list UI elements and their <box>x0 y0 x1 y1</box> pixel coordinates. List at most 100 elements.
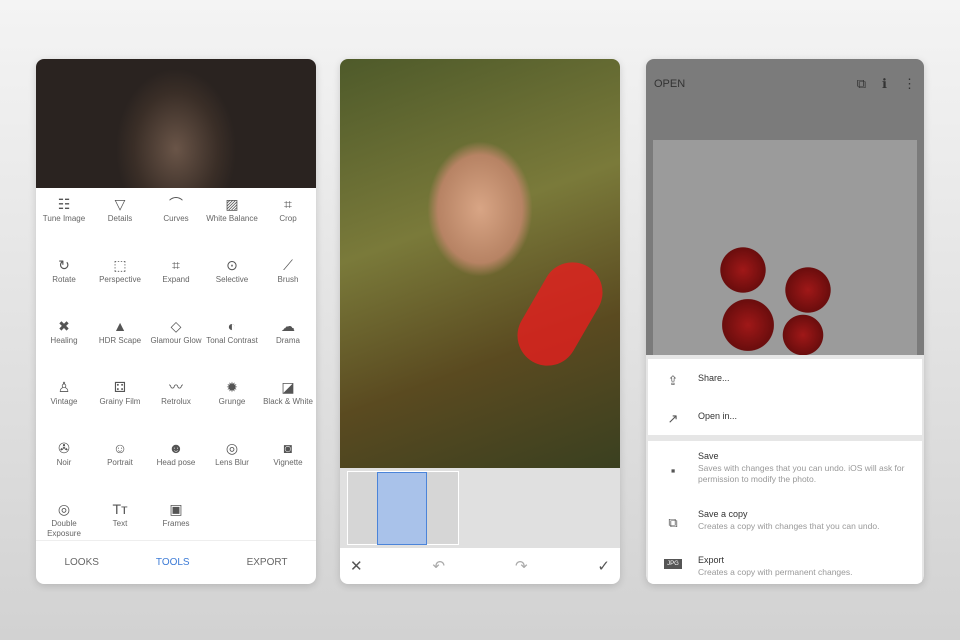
tool-label: Curves <box>163 214 189 223</box>
lamp-icon: ♙ <box>57 379 71 395</box>
tool-label: Head pose <box>156 458 196 467</box>
cloud-icon: ☁ <box>281 318 295 334</box>
tool-lens-blur[interactable]: ◎ Lens Blur <box>204 438 260 468</box>
check-icon[interactable]: ✓ <box>597 557 610 575</box>
tool-tune-image[interactable]: ☷ Tune Image <box>36 194 92 224</box>
tool-label: Glamour Glow <box>150 336 202 345</box>
tool-label: Lens Blur <box>215 458 249 467</box>
tool-glamour-glow[interactable]: ◇ Glamour Glow <box>148 316 204 346</box>
tool-details[interactable]: ▽ Details <box>92 194 148 224</box>
menu-item-title: Open in... <box>698 411 738 421</box>
tool-text[interactable]: Tт Text <box>92 499 148 529</box>
lens-blur-icon: ◎ <box>225 440 239 456</box>
tool-vignette[interactable]: ◙ Vignette <box>260 438 316 468</box>
jpg-icon: JPG <box>664 559 682 569</box>
tool-black-white[interactable]: ◪ Black & White <box>260 377 316 407</box>
menu-item-title: Save <box>698 451 719 461</box>
layers-icon[interactable]: ⧉ <box>857 76 866 92</box>
tool-label: Grunge <box>218 397 246 406</box>
tool-drama[interactable]: ☁ Drama <box>260 316 316 346</box>
header: OPEN ⧉ ℹ ⋮ <box>646 59 924 109</box>
menu-item-save[interactable]: ▪ Save Saves with changes that you can un… <box>648 451 922 485</box>
menu-item-export[interactable]: JPG Export Creates a copy with permanent … <box>648 555 922 578</box>
save-copy-icon: ⧉ <box>668 515 678 530</box>
export-panel: OPEN ⧉ ℹ ⋮ ⇪ Share... ↗ Open in... ▪ Sav… <box>646 59 924 584</box>
head-pose-icon: ☻ <box>168 440 184 456</box>
menu-item-desc: Saves with changes that you can undo. iO… <box>698 463 905 484</box>
tool-expand[interactable]: ⌗ Expand <box>148 255 204 285</box>
perspective-icon: ⬚ <box>113 257 127 273</box>
tool-label: Text <box>112 519 128 528</box>
redo-icon[interactable]: ↷ <box>515 557 528 575</box>
tool-portrait[interactable]: ☺ Portrait <box>92 438 148 468</box>
action-bar: ✕ ↶ ↷ ✓ <box>340 548 620 584</box>
undo-icon[interactable]: ↶ <box>432 557 445 575</box>
tool-double-exposure[interactable]: ◎ Double Exposure <box>36 499 92 539</box>
tool-head-pose[interactable]: ☻ Head pose <box>148 438 204 468</box>
tool-label: Rotate <box>52 275 76 284</box>
save-card: ▪ Save Saves with changes that you can un… <box>648 441 922 584</box>
menu-item-share[interactable]: ⇪ Share... <box>648 373 922 389</box>
black-white-icon: ◪ <box>281 379 295 395</box>
triangle-down-icon: ▽ <box>114 196 126 212</box>
tool-hdr-scape[interactable]: ▲ HDR Scape <box>92 316 148 346</box>
tool-curves[interactable]: ⌒ Curves <box>148 194 204 224</box>
brush-icon: ⟋ <box>283 257 293 273</box>
tool-label: Expand <box>162 275 190 284</box>
tool-white-balance[interactable]: ▨ White Balance <box>204 194 260 224</box>
menu-item-desc: Creates a copy with permanent changes. <box>698 567 853 577</box>
photo-preview <box>653 140 917 355</box>
tool-frames[interactable]: ▣ Frames <box>148 499 204 529</box>
tool-label: Frames <box>162 519 190 528</box>
double-exposure-icon: ◎ <box>57 501 71 517</box>
navigator-thumbnail[interactable] <box>347 471 459 545</box>
tab-looks[interactable]: LOOKS <box>64 557 98 568</box>
viewport-selection[interactable] <box>377 472 427 545</box>
tools-panel: ☷ Tune Image ▽ Details ⌒ Curves ▨ White Balance… <box>36 59 316 584</box>
tool-grainy-film[interactable]: ⚃ Grainy Film <box>92 377 148 407</box>
tool-retrolux[interactable]: 〰 Retrolux <box>148 377 204 407</box>
tab-export[interactable]: EXPORT <box>247 557 288 568</box>
navigator-strip <box>340 468 620 548</box>
curves-icon: ⌒ <box>169 196 183 212</box>
tool-label: Black & White <box>263 397 313 406</box>
tool-grunge[interactable]: ✹ Grunge <box>204 377 260 407</box>
menu-item-save-copy[interactable]: ⧉ Save a copy Creates a copy with changes… <box>648 509 922 532</box>
info-icon[interactable]: ℹ <box>882 76 887 92</box>
more-icon[interactable]: ⋮ <box>903 76 916 92</box>
open-button[interactable]: OPEN <box>654 78 685 90</box>
tool-tonal-contrast[interactable]: ◐ Tonal Contrast <box>204 316 260 346</box>
tool-rotate[interactable]: ↻ Rotate <box>36 255 92 285</box>
tool-label: Tune Image <box>42 214 86 223</box>
tool-healing[interactable]: ✖ Healing <box>36 316 92 346</box>
close-icon[interactable]: ✕ <box>350 557 363 575</box>
tool-label: Retrolux <box>161 397 191 406</box>
mountains-icon: ▲ <box>113 318 127 334</box>
grainy-film-icon: ⚃ <box>113 379 127 395</box>
tool-crop[interactable]: ⌗ Crop <box>260 194 316 224</box>
tool-perspective[interactable]: ⬚ Perspective <box>92 255 148 285</box>
tool-noir[interactable]: ✇ Noir <box>36 438 92 468</box>
share-icon: ⇪ <box>667 373 679 388</box>
menu-item-title: Export <box>698 555 725 565</box>
tonal-contrast-icon: ◐ <box>227 318 237 334</box>
tool-label: Healing <box>50 336 78 345</box>
tool-selective[interactable]: ⊙ Selective <box>204 255 260 285</box>
white-balance-icon: ▨ <box>225 196 239 212</box>
menu-item-open-in[interactable]: ↗ Open in... <box>648 411 922 427</box>
tool-label: Tonal Contrast <box>206 336 258 345</box>
open-in-icon: ↗ <box>667 411 679 426</box>
tool-label: Brush <box>277 275 299 284</box>
tool-brush[interactable]: ⟋ Brush <box>260 255 316 285</box>
tab-tools[interactable]: TOOLS <box>156 557 190 568</box>
face-icon: ☺ <box>112 440 128 456</box>
tool-vintage[interactable]: ♙ Vintage <box>36 377 92 407</box>
tool-label: White Balance <box>206 214 258 223</box>
rotate-icon: ↻ <box>58 257 70 273</box>
grunge-icon: ✹ <box>226 379 238 395</box>
sliders-icon: ☷ <box>57 196 71 212</box>
bottom-nav: LOOKS TOOLS EXPORT <box>36 540 316 584</box>
tool-label: Noir <box>56 458 72 467</box>
menu-item-title: Save a copy <box>698 509 748 519</box>
photo-canvas[interactable] <box>340 59 620 468</box>
